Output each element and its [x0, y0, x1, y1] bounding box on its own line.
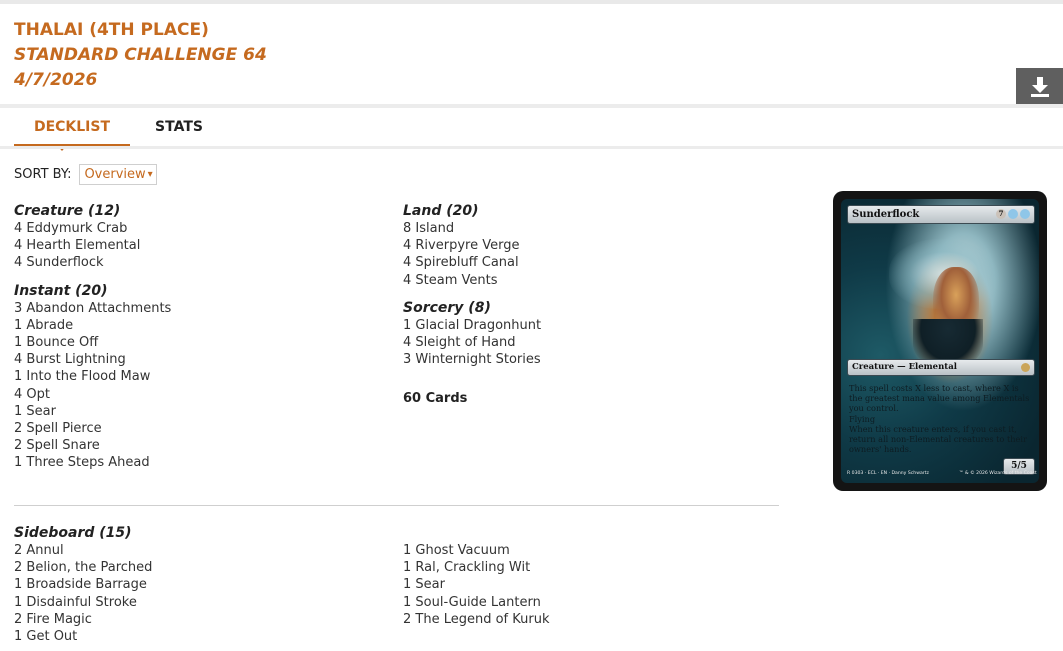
set-symbol-icon [1021, 363, 1030, 372]
rules-line: Flying [849, 413, 876, 424]
tab-decklist[interactable]: DECKLIST [14, 108, 130, 147]
maindeck-right-column: Land (20) 8 Island 4 Riverpyre Verge 4 S… [403, 202, 541, 406]
list-item[interactable]: 2 The Legend of Kuruk [403, 611, 550, 628]
chevron-down-icon: ▾ [147, 169, 153, 180]
list-item[interactable]: 2 Spell Pierce [14, 420, 171, 437]
tab-stats[interactable]: STATS [144, 108, 214, 144]
list-item[interactable]: 4 Burst Lightning [14, 351, 171, 368]
section-title-sideboard: Sideboard (15) [14, 525, 132, 541]
list-item[interactable]: 1 Abrade [14, 317, 171, 334]
sideboard-left-column: Sideboard (15) 2 Annul 2 Belion, the Par… [14, 524, 152, 645]
list-item[interactable]: 4 Sleight of Hand [403, 334, 541, 351]
event-name: STANDARD CHALLENGE 64 [14, 45, 267, 65]
list-item[interactable]: 4 Opt [14, 386, 171, 403]
blue-mana-icon [1008, 209, 1018, 219]
sort-control: SORT BY: Overview ▾ [14, 164, 157, 185]
list-item[interactable]: 4 Eddymurk Crab [14, 220, 171, 237]
card-type-bar: Creature — Elemental [847, 359, 1035, 376]
collector-left: R 0303 · ECL · EN · Danny Schwartz [847, 471, 929, 476]
list-item[interactable]: 1 Ghost Vacuum [403, 542, 550, 559]
rules-line: When this creature enters, if you cast i… [849, 423, 1027, 455]
list-item[interactable]: 2 Annul [14, 542, 152, 559]
card-type-line: Creature — Elemental [852, 362, 957, 372]
section-title-land: Land (20) [403, 203, 479, 219]
rules-line: This spell costs X less to cast, where X… [849, 383, 1030, 414]
list-item[interactable]: 1 Ral, Crackling Wit [403, 559, 550, 576]
list-item[interactable]: 1 Three Steps Ahead [14, 454, 171, 471]
list-item[interactable]: 8 Island [403, 220, 541, 237]
list-item[interactable]: 1 Broadside Barrage [14, 576, 152, 593]
event-date: 4/7/2026 [14, 70, 98, 90]
section-title-creature: Creature (12) [14, 203, 121, 219]
card-name: Sunderflock [852, 209, 920, 220]
card-rules-text: This spell costs X less to cast, where X… [849, 383, 1031, 454]
deck-total-count: 60 Cards [403, 391, 468, 407]
list-item[interactable]: 2 Spell Snare [14, 437, 171, 454]
tab-divider [0, 146, 1063, 149]
list-item[interactable]: 4 Riverpyre Verge [403, 237, 541, 254]
generic-mana-icon: 7 [996, 209, 1006, 219]
list-item[interactable]: 1 Disdainful Stroke [14, 594, 152, 611]
section-title-instant: Instant (20) [14, 282, 108, 299]
section-title-sorcery: Sorcery (8) [403, 299, 491, 316]
list-item[interactable]: 1 Bounce Off [14, 334, 171, 351]
list-item[interactable]: 1 Sear [403, 576, 550, 593]
list-item[interactable]: 2 Belion, the Parched [14, 559, 152, 576]
list-item[interactable]: 1 Into the Flood Maw [14, 368, 171, 385]
sideboard-right-column: 1 Ghost Vacuum 1 Ral, Crackling Wit 1 Se… [403, 542, 550, 628]
sort-selected-value: Overview [84, 167, 146, 182]
list-item[interactable]: 1 Get Out [14, 628, 152, 645]
list-item[interactable]: 1 Glacial Dragonhunt [403, 317, 541, 334]
player-name: THALAI (4TH PLACE) [14, 20, 209, 40]
sort-select[interactable]: Overview ▾ [79, 164, 157, 185]
sort-label: SORT BY: [14, 167, 72, 182]
deck-header: THALAI (4TH PLACE) STANDARD CHALLENGE 64… [14, 18, 267, 93]
list-item[interactable]: 4 Sunderflock [14, 254, 171, 271]
collector-info: R 0303 · ECL · EN · Danny Schwartz ™ & ©… [847, 471, 1037, 477]
mana-cost: 7 [996, 209, 1030, 219]
top-border [0, 0, 1063, 4]
list-item[interactable]: 2 Fire Magic [14, 611, 152, 628]
list-item[interactable]: 4 Spirebluff Canal [403, 254, 541, 271]
download-button[interactable] [1016, 68, 1063, 105]
list-item[interactable]: 1 Soul-Guide Lantern [403, 594, 550, 611]
list-item[interactable]: 3 Winternight Stories [403, 351, 541, 368]
collector-right: ™ & © 2026 Wizards of the Coast [959, 471, 1037, 476]
blue-mana-icon [1020, 209, 1030, 219]
list-item[interactable]: 4 Hearth Elemental [14, 237, 171, 254]
sideboard-divider [14, 505, 779, 506]
card-preview-image: Sunderflock 7 Creature — Elemental This … [833, 191, 1047, 491]
maindeck-left-column: Creature (12) 4 Eddymurk Crab 4 Hearth E… [14, 202, 171, 472]
list-item[interactable]: 4 Steam Vents [403, 272, 541, 289]
card-name-bar: Sunderflock 7 [847, 205, 1035, 224]
list-item[interactable]: 1 Sear [14, 403, 171, 420]
list-item[interactable]: 3 Abandon Attachments [14, 300, 171, 317]
download-icon [1030, 76, 1049, 97]
